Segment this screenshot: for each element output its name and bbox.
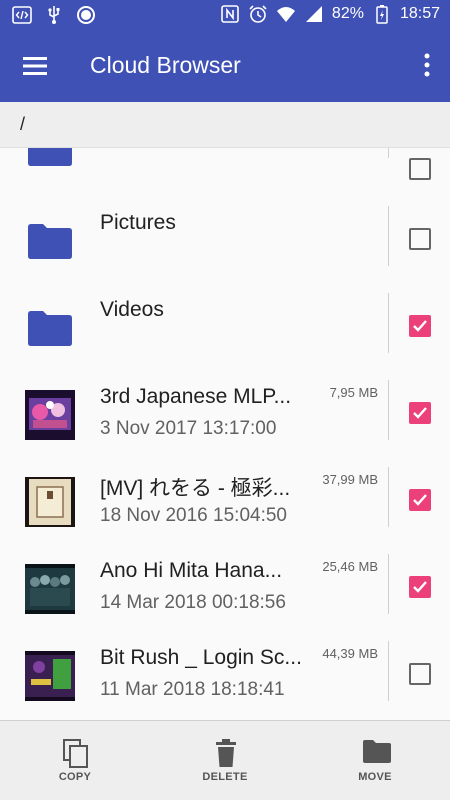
check-icon bbox=[413, 581, 427, 593]
delete-label: DELETE bbox=[202, 771, 248, 783]
nfc-icon bbox=[221, 5, 239, 23]
item-checkbox[interactable] bbox=[409, 228, 431, 250]
video-thumbnail bbox=[25, 477, 75, 527]
item-name: Ano Hi Mita Hana... bbox=[100, 559, 283, 582]
battery-icon bbox=[376, 5, 388, 24]
item-date: 14 Mar 2018 00:18:56 bbox=[100, 592, 286, 613]
bottom-action-bar: COPY DELETE MOVE bbox=[0, 720, 450, 800]
divider bbox=[388, 554, 389, 614]
divider bbox=[388, 380, 389, 440]
signal-icon bbox=[305, 6, 322, 22]
move-button[interactable]: MOVE bbox=[320, 721, 430, 800]
wifi-icon bbox=[276, 7, 295, 22]
item-size: 44,39 MB bbox=[322, 646, 378, 661]
item-name: Videos bbox=[100, 298, 164, 321]
folder-move-icon bbox=[363, 740, 391, 763]
item-name: Pictures bbox=[100, 211, 176, 234]
check-icon bbox=[413, 407, 427, 419]
divider bbox=[388, 206, 389, 266]
item-name: Bit Rush _ Login Sc... bbox=[100, 646, 302, 669]
item-checkbox[interactable] bbox=[409, 576, 431, 598]
item-date: 11 Mar 2018 18:18:41 bbox=[100, 679, 285, 700]
divider bbox=[388, 293, 389, 353]
video-thumbnail bbox=[25, 564, 75, 614]
item-checkbox[interactable] bbox=[409, 663, 431, 685]
alarm-icon bbox=[249, 5, 267, 23]
more-vert-icon bbox=[424, 53, 430, 77]
list-item[interactable]: Pictures bbox=[0, 206, 450, 293]
item-checkbox[interactable] bbox=[409, 315, 431, 337]
item-checkbox[interactable] bbox=[409, 402, 431, 424]
folder-icon bbox=[28, 148, 72, 166]
delete-button[interactable]: DELETE bbox=[170, 721, 280, 800]
item-date: 3 Nov 2017 13:17:00 bbox=[100, 418, 277, 439]
code-icon bbox=[12, 6, 32, 24]
item-date: 18 Nov 2016 15:04:50 bbox=[100, 505, 287, 526]
record-icon bbox=[77, 6, 95, 24]
item-checkbox[interactable] bbox=[409, 158, 431, 180]
move-label: MOVE bbox=[358, 771, 392, 783]
usb-icon bbox=[48, 6, 60, 24]
list-item[interactable]: 3rd Japanese MLP... 7,95 MB 3 Nov 2017 1… bbox=[0, 380, 450, 467]
menu-button[interactable] bbox=[20, 52, 50, 80]
battery-percent: 82% bbox=[331, 5, 364, 22]
breadcrumb-path[interactable]: / bbox=[20, 114, 25, 135]
item-checkbox[interactable] bbox=[409, 489, 431, 511]
item-name: [MV] れをる - 極彩... bbox=[100, 477, 291, 500]
breadcrumb: / bbox=[0, 102, 450, 148]
item-size: 25,46 MB bbox=[322, 559, 378, 574]
item-size: 7,95 MB bbox=[329, 385, 378, 400]
folder-icon bbox=[28, 224, 72, 259]
trash-icon bbox=[216, 739, 236, 767]
check-icon bbox=[413, 320, 427, 332]
copy-button[interactable]: COPY bbox=[20, 721, 130, 800]
copy-icon bbox=[63, 739, 88, 768]
file-list: Pictures Videos 3rd Japanese MLP... 7,95… bbox=[0, 148, 450, 720]
check-icon bbox=[413, 494, 427, 506]
app-bar: Cloud Browser bbox=[0, 30, 450, 102]
list-item[interactable]: Bit Rush _ Login Sc... 44,39 MB 11 Mar 2… bbox=[0, 641, 450, 720]
copy-label: COPY bbox=[58, 771, 92, 783]
video-thumbnail bbox=[25, 390, 75, 440]
overflow-menu-button[interactable] bbox=[420, 50, 434, 82]
list-item[interactable]: Videos bbox=[0, 293, 450, 380]
status-bar: 82% 18:57 bbox=[0, 0, 450, 30]
video-thumbnail bbox=[25, 651, 75, 701]
clock: 18:57 bbox=[399, 5, 440, 22]
list-item[interactable] bbox=[0, 148, 450, 180]
item-size: 37,99 MB bbox=[322, 472, 378, 487]
divider bbox=[388, 148, 389, 158]
divider bbox=[388, 467, 389, 527]
list-item[interactable]: Ano Hi Mita Hana... 25,46 MB 14 Mar 2018… bbox=[0, 554, 450, 641]
item-name: 3rd Japanese MLP... bbox=[100, 385, 292, 408]
divider bbox=[388, 641, 389, 701]
app-title: Cloud Browser bbox=[90, 52, 241, 78]
folder-icon bbox=[28, 311, 72, 346]
hamburger-icon bbox=[23, 57, 47, 75]
list-item[interactable]: [MV] れをる - 極彩... 37,99 MB 18 Nov 2016 15… bbox=[0, 467, 450, 554]
